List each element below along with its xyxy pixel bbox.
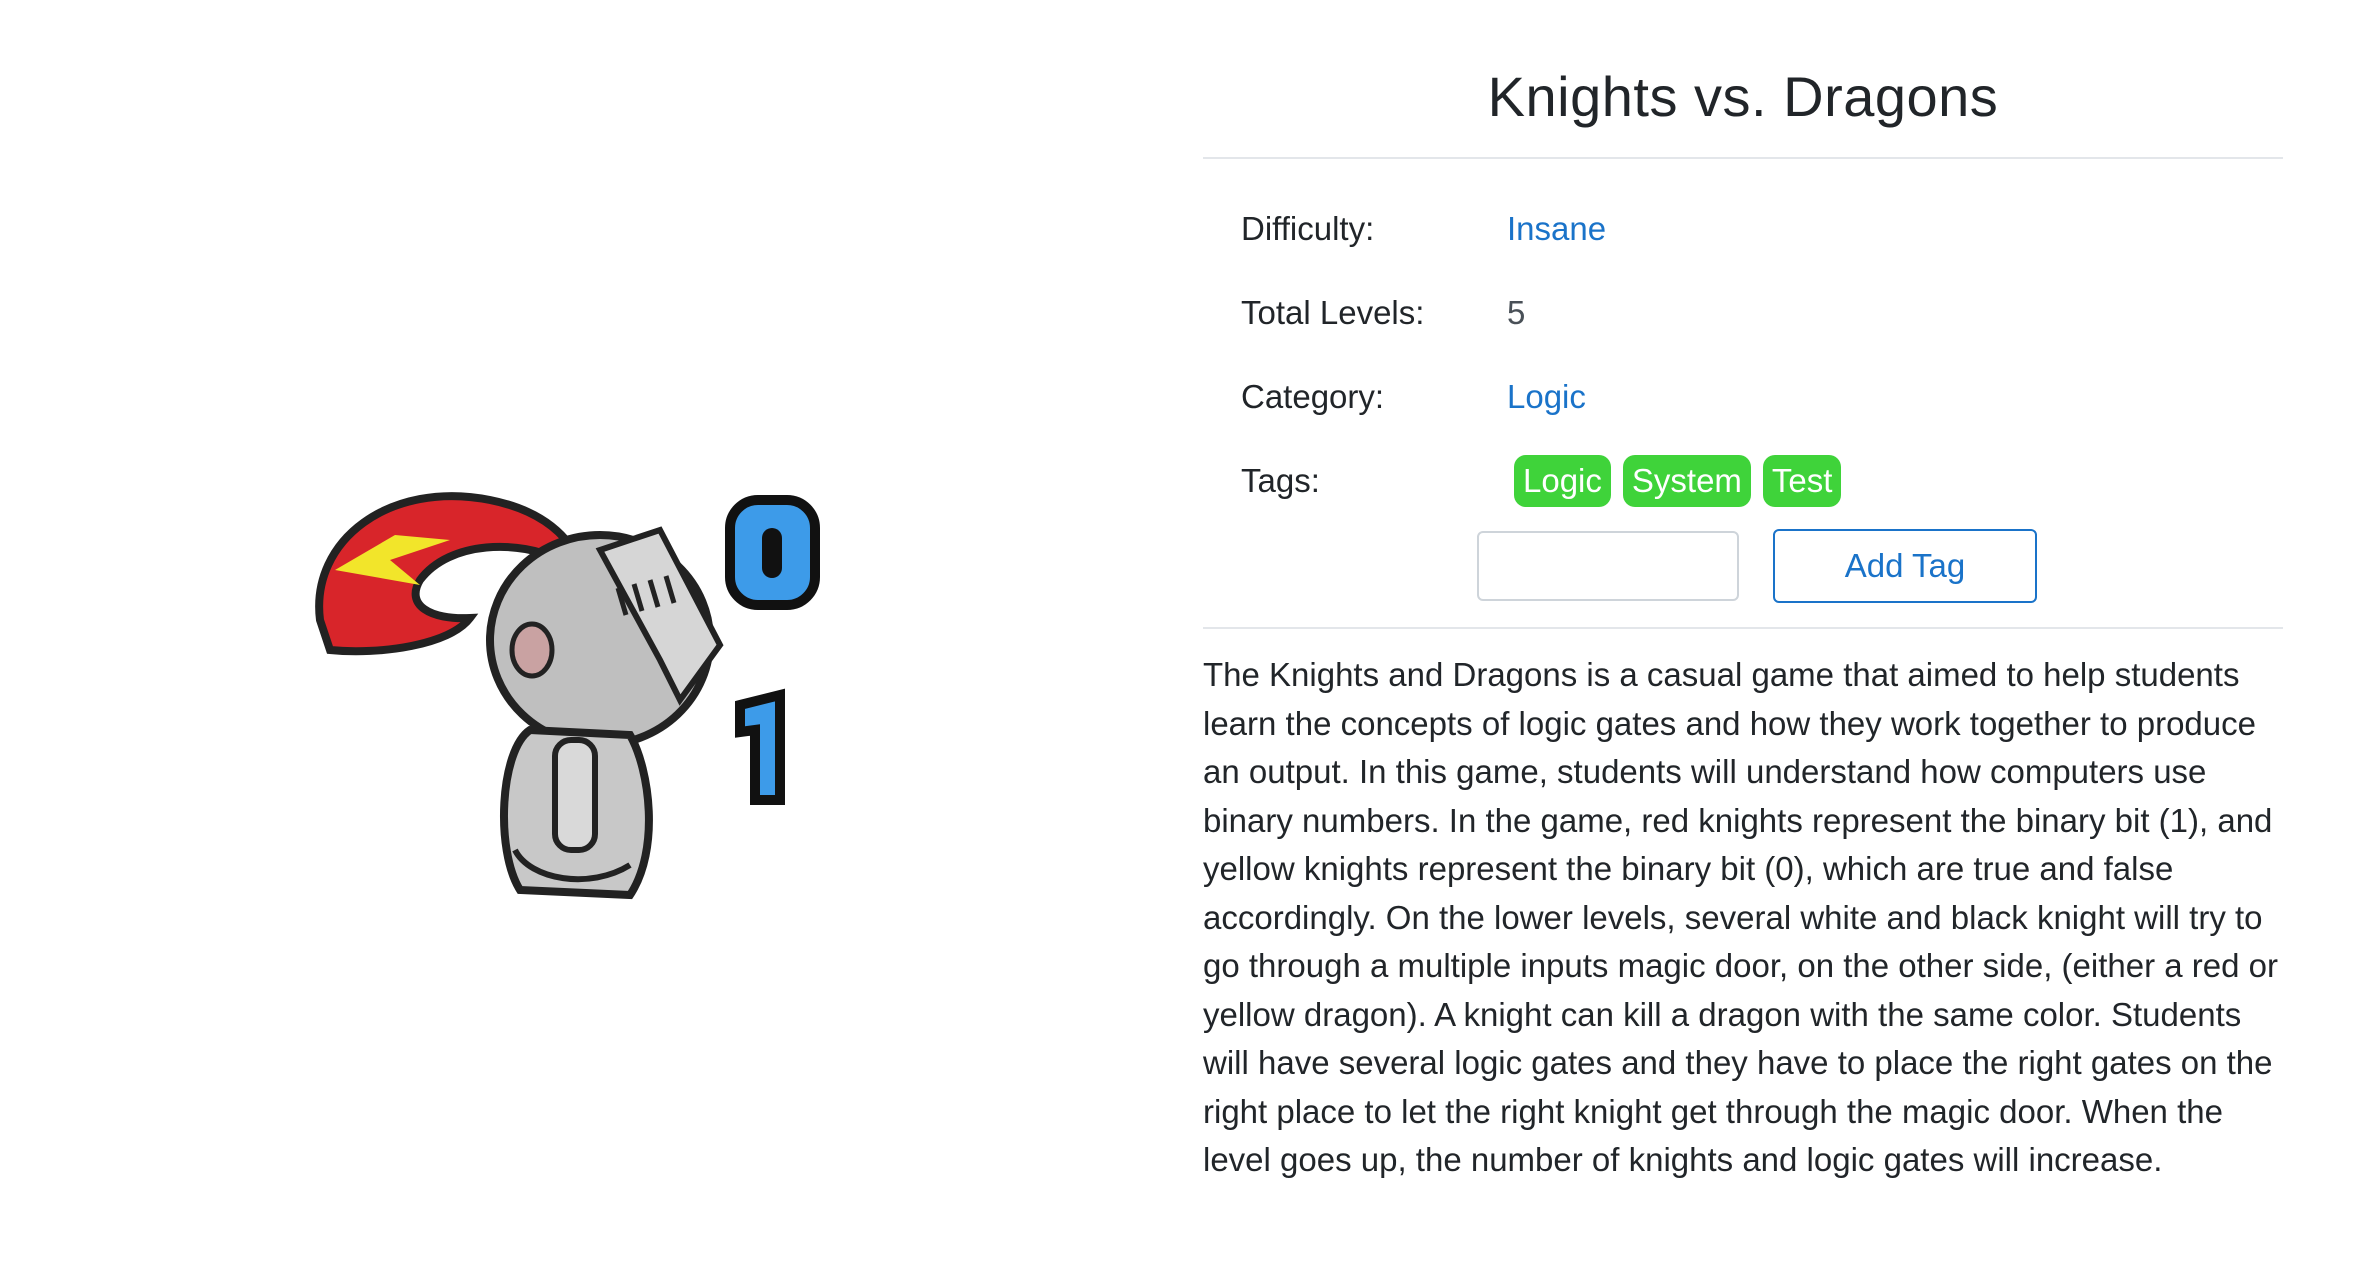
divider: [1203, 627, 2283, 629]
category-row: Category: Logic: [1203, 355, 2283, 439]
tag-system[interactable]: System: [1622, 455, 1751, 507]
game-description: The Knights and Dragons is a casual game…: [1203, 656, 2278, 1178]
knight-icon: [315, 492, 820, 900]
category-link[interactable]: Logic: [1507, 378, 1586, 416]
game-title: Knights vs. Dragons: [1487, 65, 1999, 128]
tag-list: Logic System Test: [1514, 455, 1842, 507]
add-tag-button[interactable]: Add Tag: [1773, 529, 2037, 603]
category-label: Category:: [1241, 378, 1385, 415]
game-details: Difficulty: Insane Total Levels: 5 Categ…: [1203, 159, 2283, 607]
game-image: [300, 470, 860, 920]
difficulty-label: Difficulty:: [1241, 210, 1375, 247]
difficulty-link[interactable]: Insane: [1507, 210, 1606, 248]
game-detail-page: Knights vs. Dragons Difficulty: Insane T…: [0, 0, 2370, 1262]
tag-test[interactable]: Test: [1762, 455, 1842, 507]
tag-input[interactable]: [1477, 531, 1739, 601]
tags-row: Tags: Logic System Test: [1203, 439, 2283, 523]
game-info-panel: Knights vs. Dragons Difficulty: Insane T…: [1203, 40, 2283, 1185]
levels-value: 5: [1507, 294, 1526, 331]
levels-row: Total Levels: 5: [1203, 271, 2283, 355]
difficulty-row: Difficulty: Insane: [1203, 187, 2283, 271]
tag-logic[interactable]: Logic: [1514, 455, 1611, 507]
tags-label: Tags:: [1241, 462, 1320, 499]
add-tag-form: Add Tag: [1477, 525, 2283, 607]
levels-label: Total Levels:: [1241, 294, 1425, 331]
